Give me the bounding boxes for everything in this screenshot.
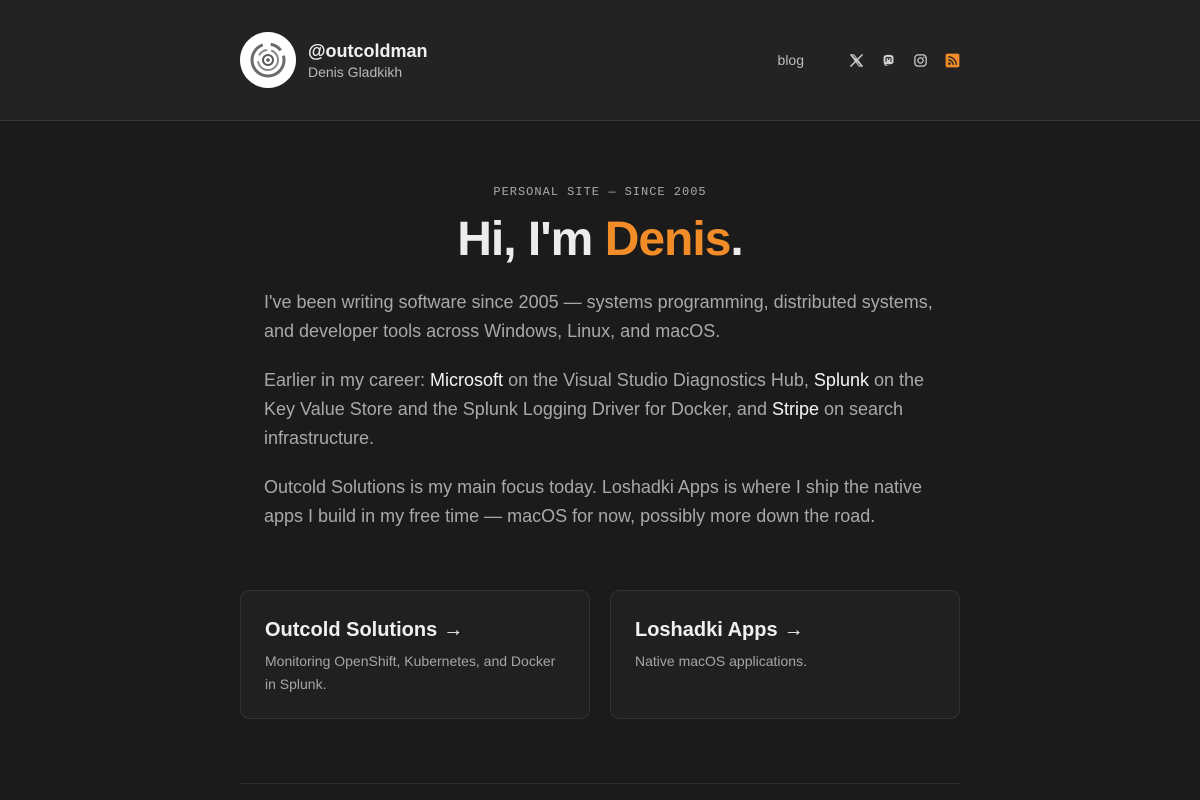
card-title-text: Loshadki Apps xyxy=(635,619,778,641)
author-name: Denis Gladkikh xyxy=(308,63,403,80)
card-title: Outcold Solutions → xyxy=(265,617,565,643)
brand-text: @outcoldman Denis Gladkikh xyxy=(308,40,428,81)
site-handle[interactable]: @outcoldman xyxy=(308,40,428,62)
career-text: Earlier in my career: xyxy=(264,370,431,390)
footer-divider xyxy=(240,783,960,784)
title-name: Denis xyxy=(604,213,732,266)
title-prefix: Hi, I'm xyxy=(457,213,605,266)
card-description: Native macOS applications. xyxy=(635,653,807,669)
x-icon[interactable] xyxy=(848,52,864,68)
avatar[interactable] xyxy=(240,32,296,88)
stripe-link[interactable]: Stripe xyxy=(772,399,819,419)
instagram-icon[interactable] xyxy=(912,52,928,68)
splunk-link[interactable]: Splunk xyxy=(814,370,869,390)
page-title: Hi, I'm Denis. xyxy=(0,212,1200,268)
intro-paragraph-2: Earlier in my career: Microsoft on the V… xyxy=(264,366,944,453)
career-text: on the Visual Studio Diagnostics Hub, xyxy=(503,370,814,390)
arrow-right-icon: → xyxy=(783,619,804,641)
arrow-right-icon: → xyxy=(443,619,464,641)
eyebrow-label: PERSONAL SITE — SINCE 2005 xyxy=(493,185,707,199)
main-nav: blog xyxy=(778,48,960,72)
intro-paragraph-3: Outcold Solutions is my main focus today… xyxy=(264,477,923,526)
title-suffix: . xyxy=(730,213,743,266)
rss-icon[interactable] xyxy=(944,52,960,68)
loshadki-apps-card[interactable]: Loshadki Apps → Native macOS applications… xyxy=(610,590,960,719)
avatar-logo-icon xyxy=(250,42,286,78)
outcold-solutions-card[interactable]: Outcold Solutions → Monitoring OpenShift,… xyxy=(240,590,590,719)
intro-text: I've been writing software since 2005 — … xyxy=(264,288,944,551)
card-title: Loshadki Apps → xyxy=(635,617,935,643)
mastodon-icon[interactable] xyxy=(880,52,896,68)
nav-blog-link[interactable]: blog xyxy=(778,52,804,68)
site-header: @outcoldman Denis Gladkikh blog xyxy=(0,0,1200,121)
card-title-text: Outcold Solutions xyxy=(265,619,438,641)
brand[interactable]: @outcoldman Denis Gladkikh xyxy=(240,32,428,88)
intro-paragraph-1: I've been writing software since 2005 — … xyxy=(264,292,933,341)
microsoft-link[interactable]: Microsoft xyxy=(430,370,503,390)
card-description: Monitoring OpenShift, Kubernetes, and Do… xyxy=(265,653,556,692)
